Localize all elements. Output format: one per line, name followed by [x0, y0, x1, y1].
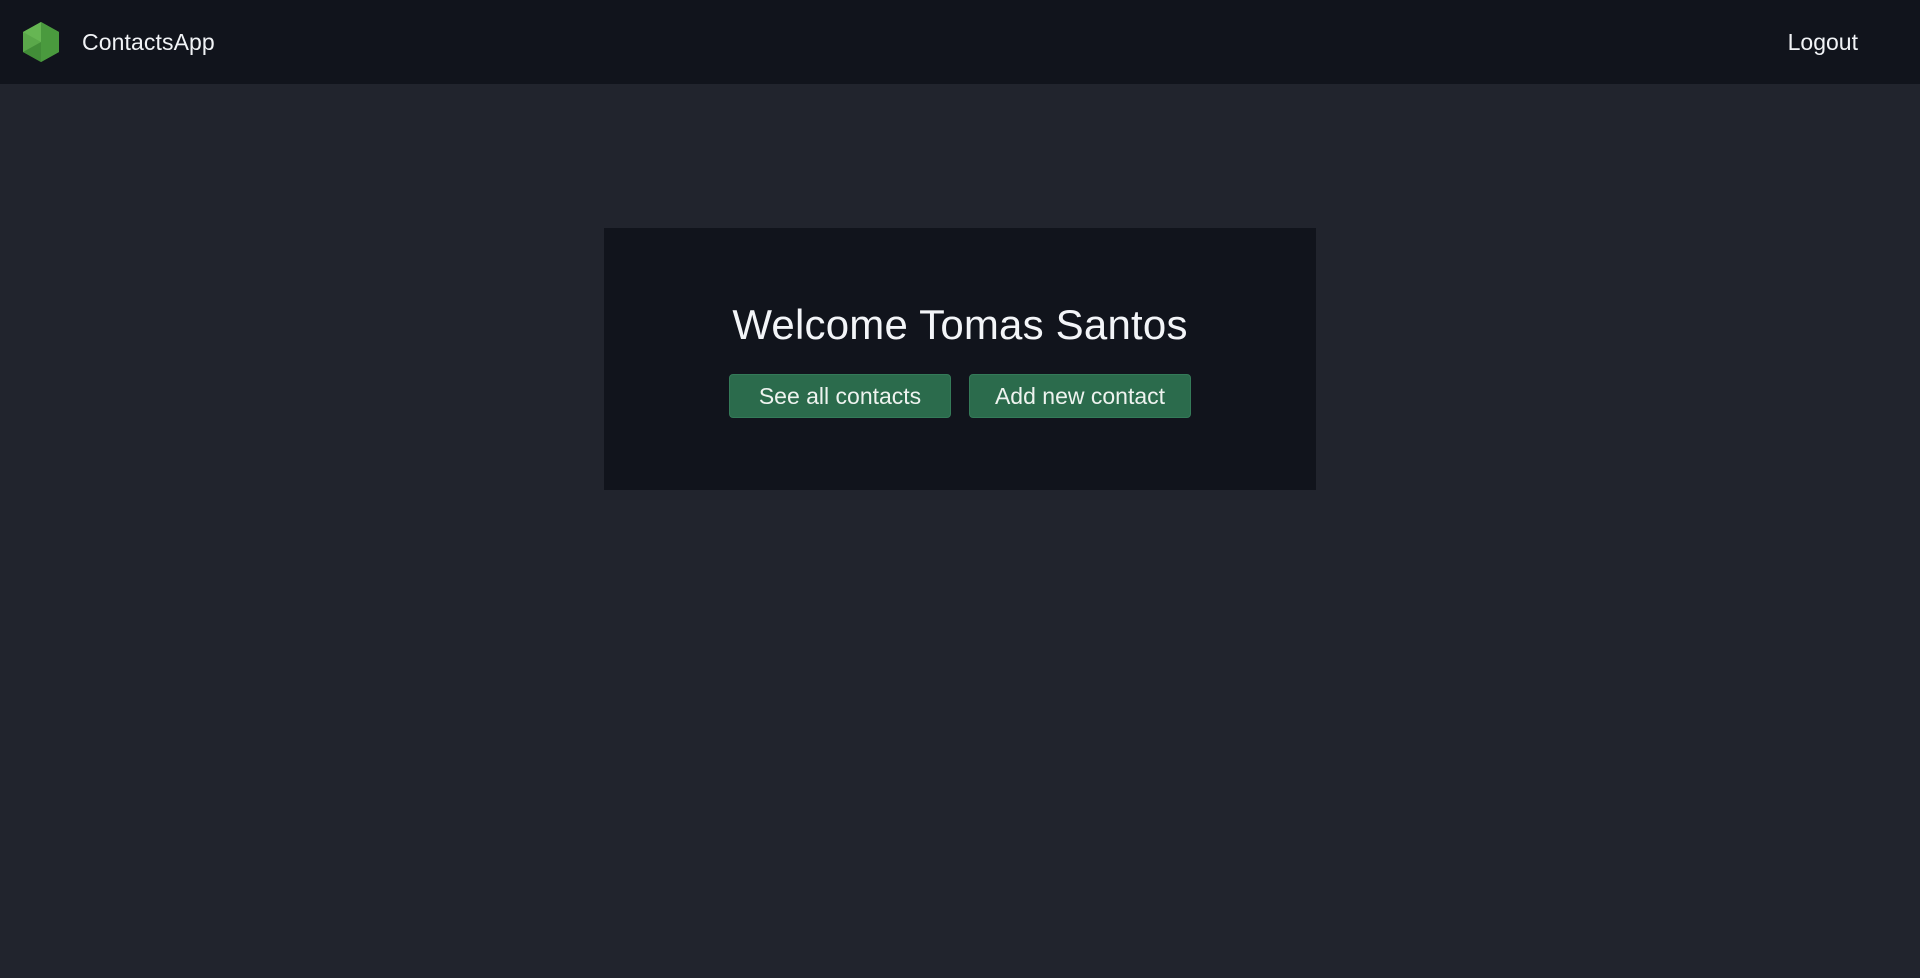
brand-name: ContactsApp	[82, 28, 215, 55]
brand-link[interactable]: ContactsApp	[22, 0, 215, 84]
welcome-card: Welcome Tomas Santos See all contacts Ad…	[604, 228, 1316, 490]
green-hexagon-cube-icon	[22, 21, 60, 63]
action-buttons: See all contacts Add new contact	[604, 374, 1316, 418]
welcome-title: Welcome Tomas Santos	[732, 301, 1188, 348]
add-new-contact-button[interactable]: Add new contact	[969, 374, 1191, 418]
top-navbar: ContactsApp Logout	[0, 0, 1920, 84]
see-all-contacts-button[interactable]: See all contacts	[729, 374, 951, 418]
logout-link[interactable]: Logout	[1788, 0, 1858, 84]
